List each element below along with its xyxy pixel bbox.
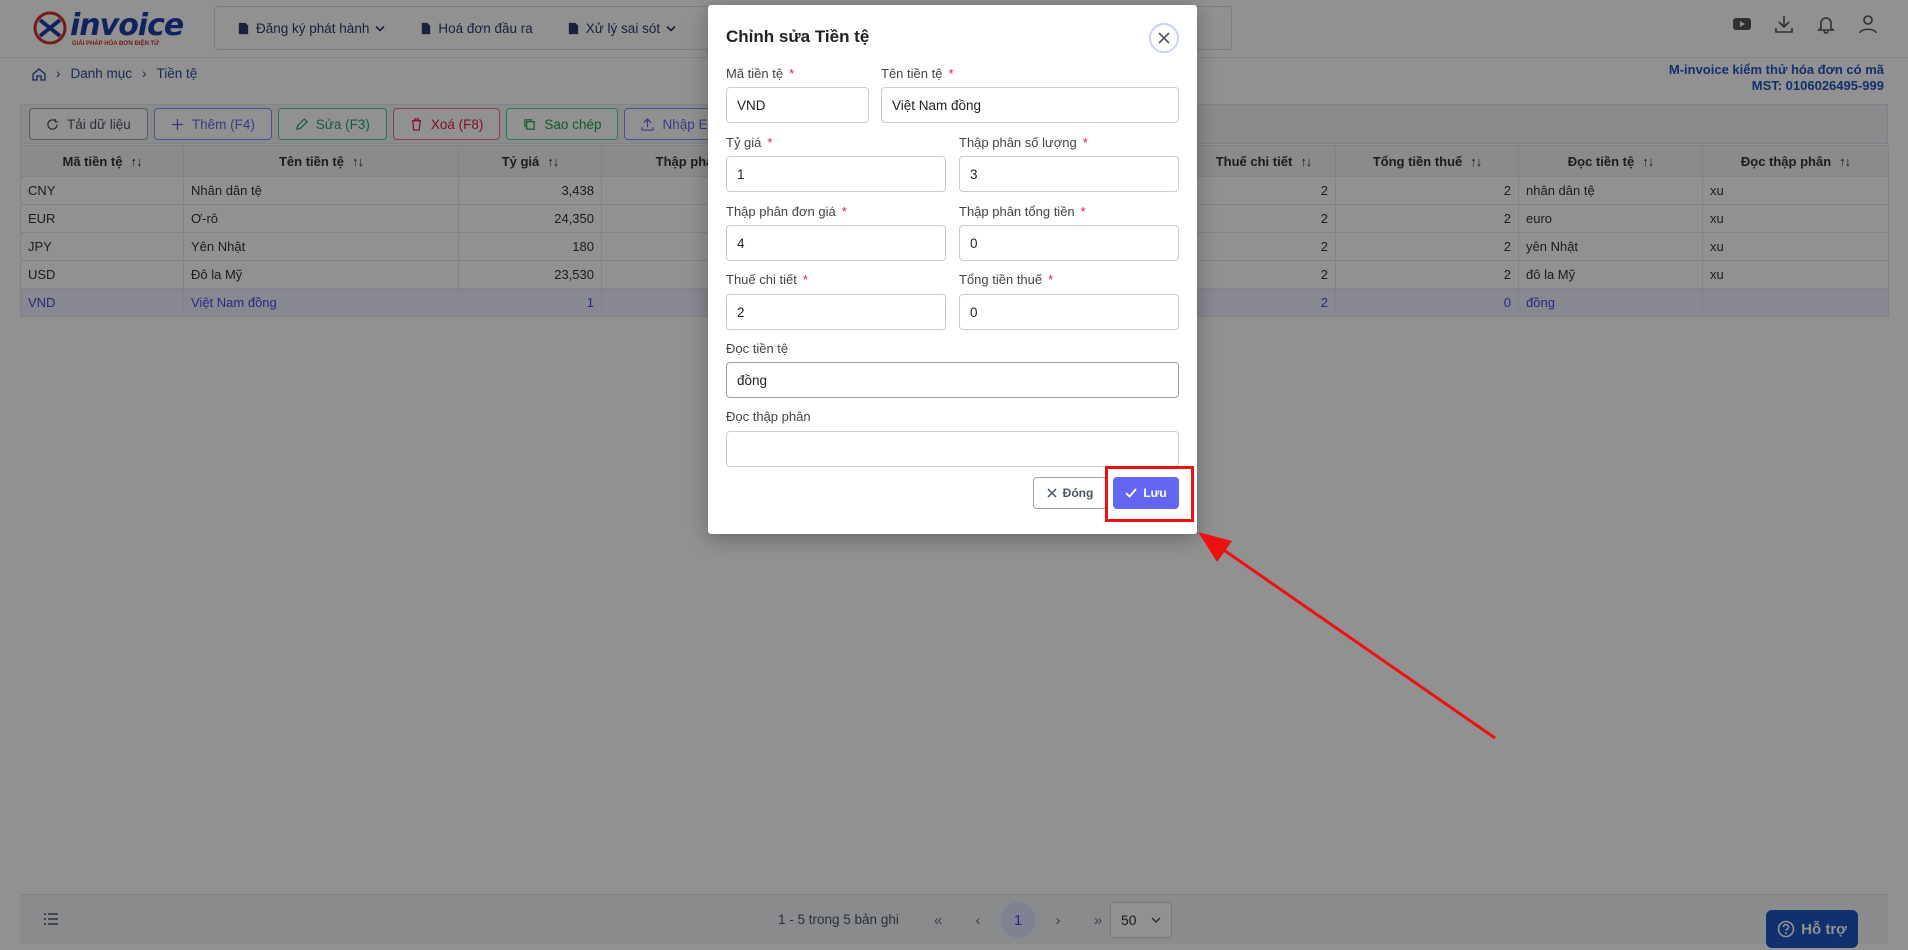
annotation-arrow bbox=[1198, 532, 1496, 740]
